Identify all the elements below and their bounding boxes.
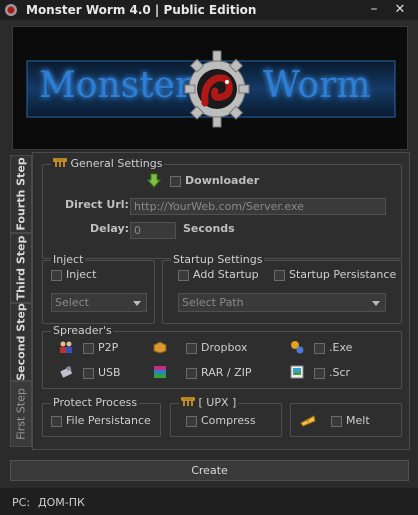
delay-input[interactable] — [130, 222, 176, 239]
melt-checkbox[interactable] — [331, 416, 342, 427]
dropbox-checkbox[interactable] — [186, 343, 197, 354]
worm-app-icon — [5, 4, 17, 16]
chevron-down-icon — [372, 301, 380, 306]
melt-cheese-icon — [300, 415, 316, 427]
usb-label: USB — [98, 366, 121, 379]
seconds-label: Seconds — [183, 222, 235, 235]
compress-checkbox[interactable] — [186, 416, 197, 427]
scr-checkbox[interactable] — [314, 368, 325, 379]
startup-persistance-checkbox[interactable] — [274, 270, 285, 281]
general-settings-title: General Settings — [51, 157, 165, 170]
p2p-users-icon — [60, 341, 72, 353]
compress-label: Compress — [201, 414, 256, 427]
add-startup-label: Add Startup — [193, 268, 259, 281]
dropbox-label: Dropbox — [201, 341, 248, 354]
banner: Monster Worm — [12, 26, 408, 150]
startup-select-value: Select Path — [182, 296, 244, 309]
exe-label: .Exe — [329, 341, 353, 354]
pc-name-value: ДОМ-ПК — [38, 496, 85, 509]
pc-label: PC: — [12, 496, 31, 509]
spreaders-group: Spreader's P2P Dropbox .Exe USB RAR / ZI… — [42, 324, 402, 389]
p2p-checkbox[interactable] — [83, 343, 94, 354]
dropbox-box-icon — [153, 341, 167, 354]
tab-second-step[interactable]: Second Step — [10, 303, 32, 381]
usb-checkbox[interactable] — [83, 368, 94, 379]
startup-persistance-label: Startup Persistance — [289, 268, 397, 281]
tab-first-step[interactable]: First Step — [10, 381, 32, 447]
inject-select-value: Select — [55, 296, 89, 309]
settings-panel: General Settings Downloader Direct Url: … — [32, 152, 410, 450]
banner-word-right: Worm — [263, 65, 371, 106]
title-bar: Monster Worm 4.0 | Public Edition – ✕ — [0, 0, 418, 20]
file-persistance-label: File Persistance — [66, 414, 151, 427]
scr-label: .Scr — [329, 366, 351, 379]
upx-title: [ UPX ] — [179, 396, 239, 409]
direct-url-label: Direct Url: — [65, 198, 129, 211]
startup-settings-title: Startup Settings — [171, 253, 265, 266]
protect-process-title: Protect Process — [51, 396, 140, 409]
add-startup-checkbox[interactable] — [178, 270, 189, 281]
rar-archive-icon — [154, 366, 166, 378]
exe-checkbox[interactable] — [314, 343, 325, 354]
direct-url-input[interactable] — [130, 198, 386, 215]
scr-screensaver-icon — [290, 365, 304, 379]
download-arrow-icon — [146, 173, 162, 188]
file-persistance-checkbox[interactable] — [51, 416, 62, 427]
downloader-label: Downloader — [185, 174, 260, 187]
upx-group: [ UPX ] Compress — [170, 396, 282, 437]
gear-worm-emblem — [184, 50, 250, 128]
melt-label: Melt — [346, 414, 370, 427]
startup-settings-group: Startup Settings Add Startup Startup Per… — [162, 253, 402, 324]
tab-label: Fourth Step — [14, 157, 28, 231]
rar-zip-label: RAR / ZIP — [201, 366, 252, 379]
tab-third-step[interactable]: Third Step — [10, 233, 32, 303]
chevron-down-icon — [133, 301, 141, 306]
inject-checkbox[interactable] — [51, 270, 62, 281]
protect-process-group: Protect Process File Persistance — [42, 396, 161, 437]
tab-label: First Step — [14, 388, 28, 440]
p2p-label: P2P — [98, 341, 119, 354]
startup-path-select[interactable]: Select Path — [178, 293, 386, 312]
minimize-button[interactable]: – — [364, 2, 384, 18]
delay-label: Delay: — [90, 222, 130, 235]
wrench-icon — [181, 397, 195, 406]
close-button[interactable]: ✕ — [390, 2, 410, 18]
rar-zip-checkbox[interactable] — [186, 368, 197, 379]
group-label: [ UPX ] — [198, 396, 237, 409]
inject-select[interactable]: Select — [51, 293, 147, 312]
inject-group: Inject Inject Select — [42, 253, 155, 324]
window-title: Monster Worm 4.0 | Public Edition — [26, 3, 257, 17]
inject-title: Inject — [51, 253, 86, 266]
create-button[interactable]: Create — [10, 460, 409, 481]
downloader-checkbox[interactable] — [170, 176, 181, 187]
melt-group: Melt — [290, 403, 402, 437]
inject-label: Inject — [66, 268, 97, 281]
banner-word-left: Monster — [39, 65, 193, 106]
general-settings-group: General Settings Downloader Direct Url: … — [42, 157, 402, 259]
usb-drive-icon — [60, 365, 72, 378]
tab-fourth-step[interactable]: Fourth Step — [10, 155, 32, 233]
exe-gears-icon — [291, 341, 304, 354]
tab-label: Second Step — [14, 303, 28, 381]
status-bar: PC: ДОМ-ПК — [0, 488, 418, 515]
spreaders-title: Spreader's — [51, 324, 114, 337]
wrench-icon — [53, 158, 67, 167]
group-label: General Settings — [70, 157, 163, 170]
tab-label: Third Step — [14, 235, 28, 301]
